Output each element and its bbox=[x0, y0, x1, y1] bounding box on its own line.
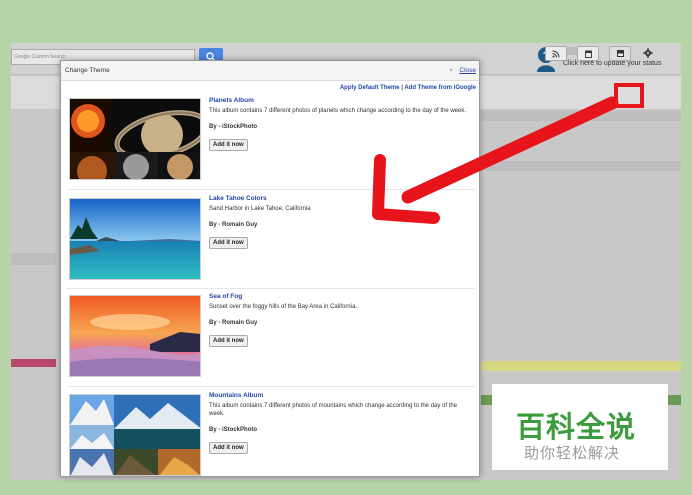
dialog-title: Change Theme bbox=[65, 67, 110, 74]
background-bar bbox=[11, 359, 56, 367]
add-theme-button[interactable]: Add it now bbox=[209, 335, 248, 347]
theme-name-link[interactable]: Mountains Album bbox=[209, 392, 471, 399]
rss-icon bbox=[552, 50, 560, 58]
dialog-header: Change Theme × Close bbox=[61, 61, 479, 81]
theme-name-link[interactable]: Planets Album bbox=[209, 97, 471, 104]
change-theme-dialog: Change Theme × Close Apply Default Theme… bbox=[60, 60, 480, 477]
add-theme-button[interactable]: Add it now bbox=[209, 442, 248, 454]
theme-author: By - iStockPhoto bbox=[209, 124, 471, 130]
theme-thumbnail-planets[interactable] bbox=[69, 98, 201, 180]
theme-author: By - Romain Guy bbox=[209, 320, 471, 326]
theme-description: Sunset over the foggy hills of the Bay A… bbox=[209, 304, 358, 310]
list-item: Lake Tahoe Colors Sand Harbor in Lake Ta… bbox=[67, 191, 475, 289]
theme-author: By - iStockPhoto bbox=[209, 427, 471, 433]
background-panel bbox=[481, 161, 681, 171]
close-link[interactable]: Close bbox=[459, 67, 476, 74]
author-name: iStockPhoto bbox=[222, 427, 258, 433]
add-theme-from-igoogle-link[interactable]: Add Theme from iGoogle bbox=[404, 85, 476, 91]
list-item: Mountains Album This album contains 7 di… bbox=[67, 388, 475, 476]
theme-thumbnail-mountains[interactable] bbox=[69, 394, 201, 476]
calendar-icon bbox=[584, 50, 592, 58]
theme-description: Sand Harbor in Lake Tahoe, California bbox=[209, 206, 311, 212]
theme-description: This album contains 7 different photos o… bbox=[209, 403, 458, 417]
highlight-box bbox=[614, 83, 644, 108]
rss-button[interactable] bbox=[545, 46, 567, 61]
author-name: Romain Guy bbox=[222, 320, 258, 326]
settings-button[interactable] bbox=[637, 46, 659, 61]
theme-thumbnail-lake-tahoe[interactable] bbox=[69, 198, 201, 280]
gear-icon bbox=[643, 48, 653, 58]
theme-author: By - Romain Guy bbox=[209, 222, 471, 228]
list-item: Planets Album This album contains 7 diff… bbox=[67, 94, 475, 190]
background-bar bbox=[481, 361, 681, 371]
list-item: Sea of Fog Sunset over the foggy hills o… bbox=[67, 290, 475, 387]
theme-description: This album contains 7 different photos o… bbox=[209, 108, 467, 114]
watermark-logo: 百科全说 助你轻松解决 bbox=[492, 384, 668, 470]
theme-name-link[interactable]: Lake Tahoe Colors bbox=[209, 195, 471, 202]
watermark-subtitle: 助你轻松解决 bbox=[524, 444, 621, 462]
by-label: By - bbox=[209, 320, 221, 326]
by-label: By - bbox=[209, 427, 221, 433]
separator: | bbox=[401, 85, 403, 91]
author-name: Romain Guy bbox=[222, 222, 258, 228]
theme-info: Lake Tahoe Colors Sand Harbor in Lake Ta… bbox=[209, 195, 471, 249]
close-icon[interactable]: × bbox=[449, 67, 453, 74]
theme-thumbnail-sea-of-fog[interactable] bbox=[69, 295, 201, 377]
add-theme-button[interactable]: Add it now bbox=[209, 237, 248, 249]
watermark-title: 百科全说 bbox=[516, 410, 637, 444]
theme-info: Mountains Album This album contains 7 di… bbox=[209, 392, 471, 454]
theme-info: Planets Album This album contains 7 diff… bbox=[209, 97, 471, 151]
status-update-link[interactable]: Click here to update your status bbox=[563, 60, 661, 67]
background-panel bbox=[11, 253, 56, 265]
calendar-button[interactable] bbox=[577, 46, 599, 61]
theme-name-link[interactable]: Sea of Fog bbox=[209, 293, 471, 300]
change-theme-button[interactable] bbox=[609, 46, 631, 61]
by-label: By - bbox=[209, 124, 221, 130]
theme-icon bbox=[616, 50, 624, 57]
apply-default-theme-link[interactable]: Apply Default Theme bbox=[340, 85, 400, 91]
author-name: iStockPhoto bbox=[222, 124, 258, 130]
add-theme-button[interactable]: Add it now bbox=[209, 139, 248, 151]
background-panel bbox=[481, 111, 681, 121]
by-label: By - bbox=[209, 222, 221, 228]
theme-info: Sea of Fog Sunset over the foggy hills o… bbox=[209, 293, 471, 347]
theme-actions: Apply Default Theme | Add Theme from iGo… bbox=[340, 85, 476, 91]
